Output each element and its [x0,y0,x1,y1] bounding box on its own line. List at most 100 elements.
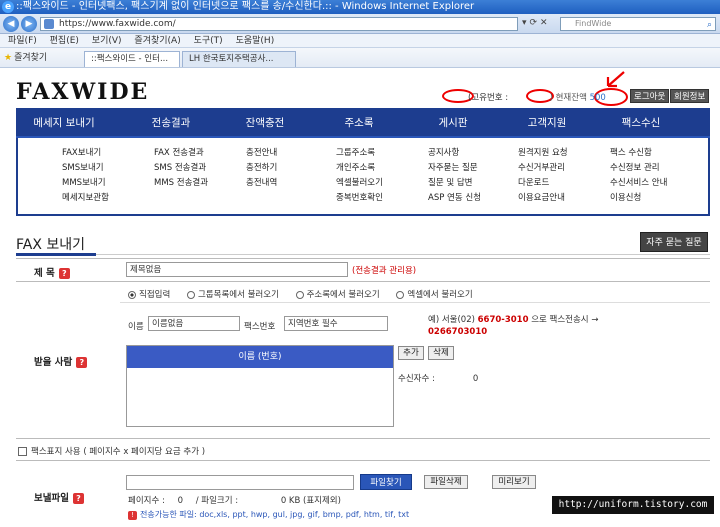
submenu-item[interactable]: 충전하기 [246,161,277,176]
submenu-item[interactable]: 메세지보관함 [62,191,109,206]
radio-icon[interactable] [396,290,405,299]
nav-support[interactable]: 고객지원 [502,108,592,138]
faq-button[interactable]: 자주 묻는 질문 [640,232,708,252]
submenu-item[interactable]: ASP 연동 신청 [428,191,481,206]
radio-icon[interactable] [295,290,304,299]
file-label: 보낼파일? [34,490,84,504]
nav-recharge[interactable]: 잔액충전 [220,108,310,138]
tab-faxwide[interactable]: ::팩스와이드 - 인터... [84,51,180,67]
delete-recipient-button[interactable]: 삭제 [428,346,454,360]
nav-board[interactable]: 게시판 [408,108,498,138]
address-bar[interactable]: https://www.faxwide.com/ [40,17,518,31]
submenu-item[interactable]: MMS보내기 [62,176,109,191]
nav-address-book[interactable]: 주소록 [314,108,404,138]
main-nav: 메세지 보내기 전송결과 잔액충전 주소록 게시판 고객지원 팩스수신 [16,108,710,138]
file-delete-button[interactable]: 파일삭제 [424,475,468,489]
submenu-item[interactable]: MMS 전송결과 [154,176,208,191]
nav-fax-receive[interactable]: 팩스수신 [596,108,686,138]
favorites-bar: ★ 즐겨찾기 ::팩스와이드 - 인터... LH 한국토지주택공사... [0,48,720,68]
submenu-item[interactable]: 원격지원 요청 [518,146,568,161]
nav-send-result[interactable]: 전송결과 [126,108,216,138]
logout-button[interactable]: 로그아웃 [630,89,670,103]
submenu-item[interactable]: 엑셀불러오기 [336,176,383,191]
radio-icon[interactable] [128,290,136,299]
menu-tools[interactable]: 도구(T) [194,36,223,46]
fax-number-label: 팩스번호 [244,322,276,332]
submenu-item[interactable]: 개인주소록 [336,161,383,176]
submenu-col-address: 그룹주소록 개인주소록 엑셀불러오기 중복번호확인 [336,146,383,206]
preview-button[interactable]: 미리보기 [492,475,536,489]
add-recipient-button[interactable]: 추가 [398,346,424,360]
member-info-button[interactable]: 회원정보 [670,89,710,103]
search-icon[interactable]: ⌕ [707,19,712,31]
submenu-item[interactable]: 팩스 수신함 [610,146,667,161]
tab-lh[interactable]: LH 한국토지주택공사... [182,51,296,67]
file-find-button[interactable]: 파일찾기 [360,474,412,490]
help-icon[interactable]: ? [72,493,84,504]
recipient-count: 수신자수 :0 [398,374,479,384]
help-icon[interactable]: ? [76,357,88,368]
submenu-item[interactable]: 자주묻는 질문 [428,161,481,176]
fax-number-input[interactable]: 지역번호 필수 [284,316,388,331]
radio-group[interactable]: 그룹목록에서 불러오기 [186,290,279,300]
annotation-arrow-icon [606,71,625,88]
page-title: FAX 보내기 [16,237,86,253]
radio-address-book[interactable]: 주소록에서 불러오기 [295,290,380,300]
recipient-list-header: 이름 (번호) [127,346,393,368]
allowed-file-types: ! 전송가능한 파일: doc,xls, ppt, hwp, gul, jpg, … [128,509,409,520]
search-input[interactable]: FindWide ⌕ [560,17,716,31]
address-url: https://www.faxwide.com/ [59,19,176,29]
cover-checkbox[interactable] [18,447,27,456]
menu-favorites[interactable]: 즐겨찾기(A) [134,36,180,46]
refresh-stop-icons[interactable]: ▾⟳✕ [522,18,551,28]
submenu-item[interactable]: 다운로드 [518,176,568,191]
menu-file[interactable]: 파일(F) [8,36,37,46]
radio-direct[interactable]: 직접입력 [128,290,170,300]
row-divider [120,302,710,303]
submenu-item[interactable]: 수신정보 관리 [610,161,667,176]
name-input[interactable]: 이름없음 [148,316,240,331]
submenu-item[interactable]: FAX보내기 [62,146,109,161]
submenu-item[interactable]: 이용요금안내 [518,191,568,206]
recipient-source-radios: 직접입력 그룹목록에서 불러오기 주소록에서 불러오기 엑셀에서 불러오기 [128,288,487,300]
submenu-col-send: FAX보내기 SMS보내기 MMS보내기 메세지보관함 [62,146,109,206]
row-divider [16,438,710,439]
forward-icon[interactable]: ▶ [21,16,37,32]
radio-excel[interactable]: 엑셀에서 불러오기 [396,290,473,300]
submenu-item[interactable]: SMS 전송결과 [154,161,208,176]
subject-input[interactable]: 제목없음 [126,262,348,277]
favorites-button[interactable]: ★ 즐겨찾기 [4,48,47,68]
window-titlebar: e ::팩스와이드 - 인터넷팩스, 팩스기계 없이 인터넷으로 팩스를 송/수… [0,0,720,14]
row-divider [16,258,710,259]
submenu-item[interactable]: 그룹주소록 [336,146,383,161]
file-path-input[interactable] [126,475,354,490]
title-accent [16,253,96,256]
row-divider [16,460,710,461]
submenu-col-support: 원격지원 요청 수신거부관리 다운로드 이용요금안내 [518,146,568,206]
back-icon[interactable]: ◀ [3,16,19,32]
submenu-item[interactable]: 수신서비스 안내 [610,176,667,191]
file-meta: 페이지수 : 0 / 파일크기 : 0 KB (표지제외) [128,496,341,506]
cover-page-option[interactable]: 팩스표지 사용 ( 페이지수 x 페이지당 요금 추가 ) [18,445,205,457]
menu-help[interactable]: 도움말(H) [236,36,275,46]
submenu-item[interactable]: 이용신청 [610,191,667,206]
submenu-item[interactable]: 충전내역 [246,176,277,191]
faxwide-logo[interactable]: FAXWIDE [16,79,149,105]
name-label: 이름 [128,322,144,332]
help-icon[interactable]: ? [58,268,70,279]
submenu-item[interactable]: 공지사항 [428,146,481,161]
submenu-col-receive: 팩스 수신함 수신정보 관리 수신서비스 안내 이용신청 [610,146,667,206]
submenu-item[interactable]: FAX 전송결과 [154,146,208,161]
submenu-item[interactable]: 중복번호확인 [336,191,383,206]
recipient-list[interactable]: 이름 (번호) [126,345,394,427]
submenu-item[interactable]: 수신거부관리 [518,161,568,176]
submenu-item[interactable]: 충전안내 [246,146,277,161]
submenu-item[interactable]: 질문 및 답변 [428,176,481,191]
nav-send-message[interactable]: 메세지 보내기 [16,108,112,138]
submenu-item[interactable]: SMS보내기 [62,161,109,176]
window-title: ::팩스와이드 - 인터넷팩스, 팩스기계 없이 인터넷으로 팩스를 송/수신한… [16,1,475,12]
menu-edit[interactable]: 편집(E) [50,36,79,46]
radio-icon[interactable] [186,290,195,299]
menu-view[interactable]: 보기(V) [92,36,122,46]
page-icon [44,19,54,29]
